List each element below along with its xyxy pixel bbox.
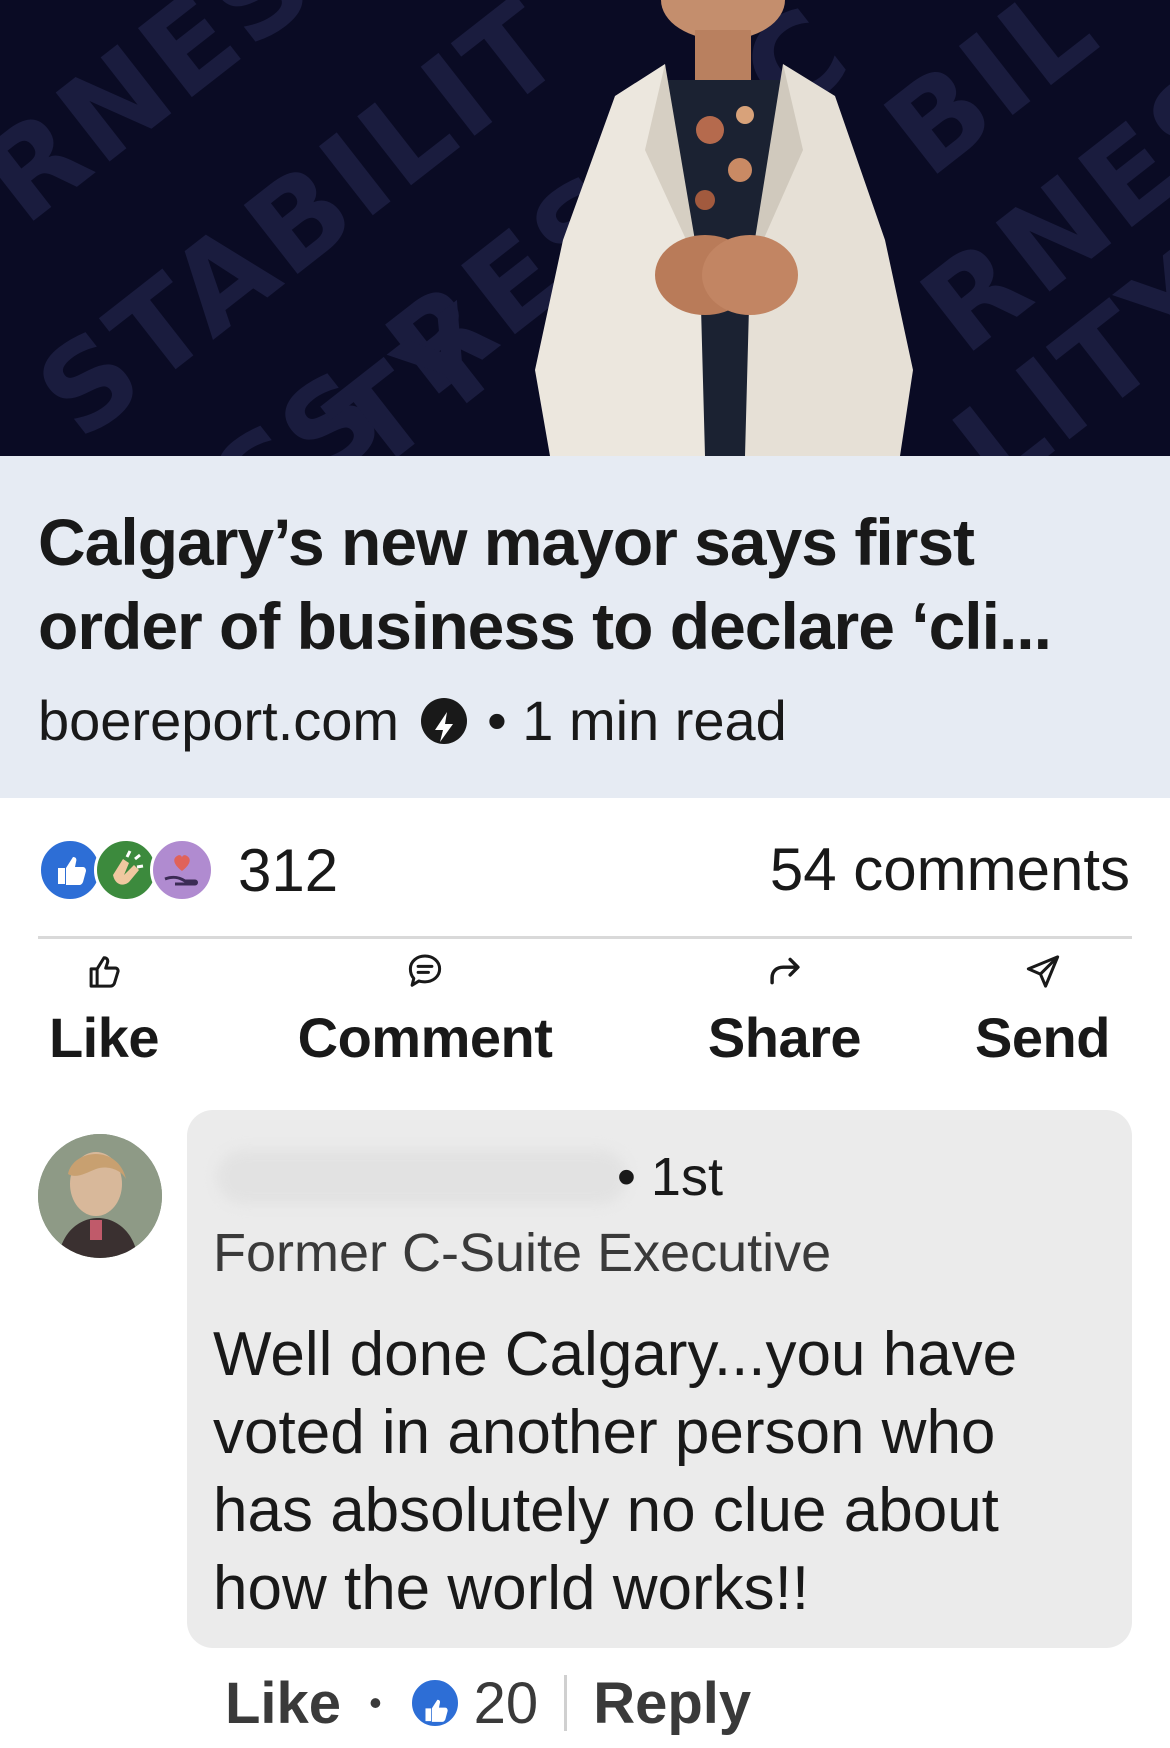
thumbs-up-icon	[89, 956, 120, 988]
send-label: Send	[975, 1006, 1110, 1069]
comment-like-count[interactable]: 20	[474, 1670, 539, 1737]
send-button[interactable]: Send	[970, 950, 1115, 1070]
article-headline[interactable]: Calgary’s new mayor says first order of …	[38, 500, 1138, 668]
like-reaction-icon	[38, 838, 102, 902]
article-link-card[interactable]: Calgary’s new mayor says first order of …	[0, 456, 1170, 798]
reaction-count: 312	[238, 836, 339, 904]
send-paper-plane-icon	[1026, 955, 1059, 988]
divider	[38, 936, 1132, 939]
commenter-avatar[interactable]	[38, 1134, 162, 1258]
article-read-time: • 1 min read	[487, 689, 787, 752]
divider	[564, 1675, 568, 1731]
comments-count-link[interactable]: 54 comments	[770, 836, 1130, 904]
connection-degree: • 1st	[617, 1147, 723, 1207]
reactions-summary[interactable]: 312	[38, 836, 338, 904]
like-label: Like	[48, 1006, 160, 1069]
article-meta: boereport.com • 1 min read	[38, 688, 787, 753]
celebrate-reaction-icon	[94, 838, 158, 902]
share-button[interactable]: Share	[702, 950, 867, 1070]
person-photo	[535, 0, 913, 456]
lightning-icon	[421, 697, 468, 744]
like-button[interactable]: Like	[44, 950, 164, 1070]
share-label: Share	[707, 1006, 862, 1069]
article-hero-image[interactable]: RNES STABILIT SS RESPEC TY BIL RNES LITY	[0, 0, 1170, 456]
comment-bubble: • 1st Former C-Suite Executive Well done…	[187, 1110, 1132, 1648]
article-source: boereport.com	[38, 689, 400, 752]
commenter-name-redacted[interactable]	[217, 1150, 627, 1204]
comment-label: Comment	[297, 1006, 553, 1069]
commenter-headline: Former C-Suite Executive	[213, 1223, 832, 1283]
comment-text: Well done Calgary...you have voted in an…	[213, 1320, 1018, 1623]
comment-button[interactable]: Comment	[290, 950, 560, 1070]
comment-actions: Like • 20 Reply	[225, 1668, 751, 1738]
like-reaction-icon	[409, 1678, 460, 1728]
share-arrow-icon	[769, 957, 800, 985]
support-reaction-icon	[150, 838, 214, 902]
comment-icon	[408, 954, 442, 987]
separator-dot: •	[369, 1682, 382, 1723]
comment-like-button[interactable]: Like	[225, 1670, 341, 1737]
comment-reply-button[interactable]: Reply	[593, 1670, 751, 1737]
